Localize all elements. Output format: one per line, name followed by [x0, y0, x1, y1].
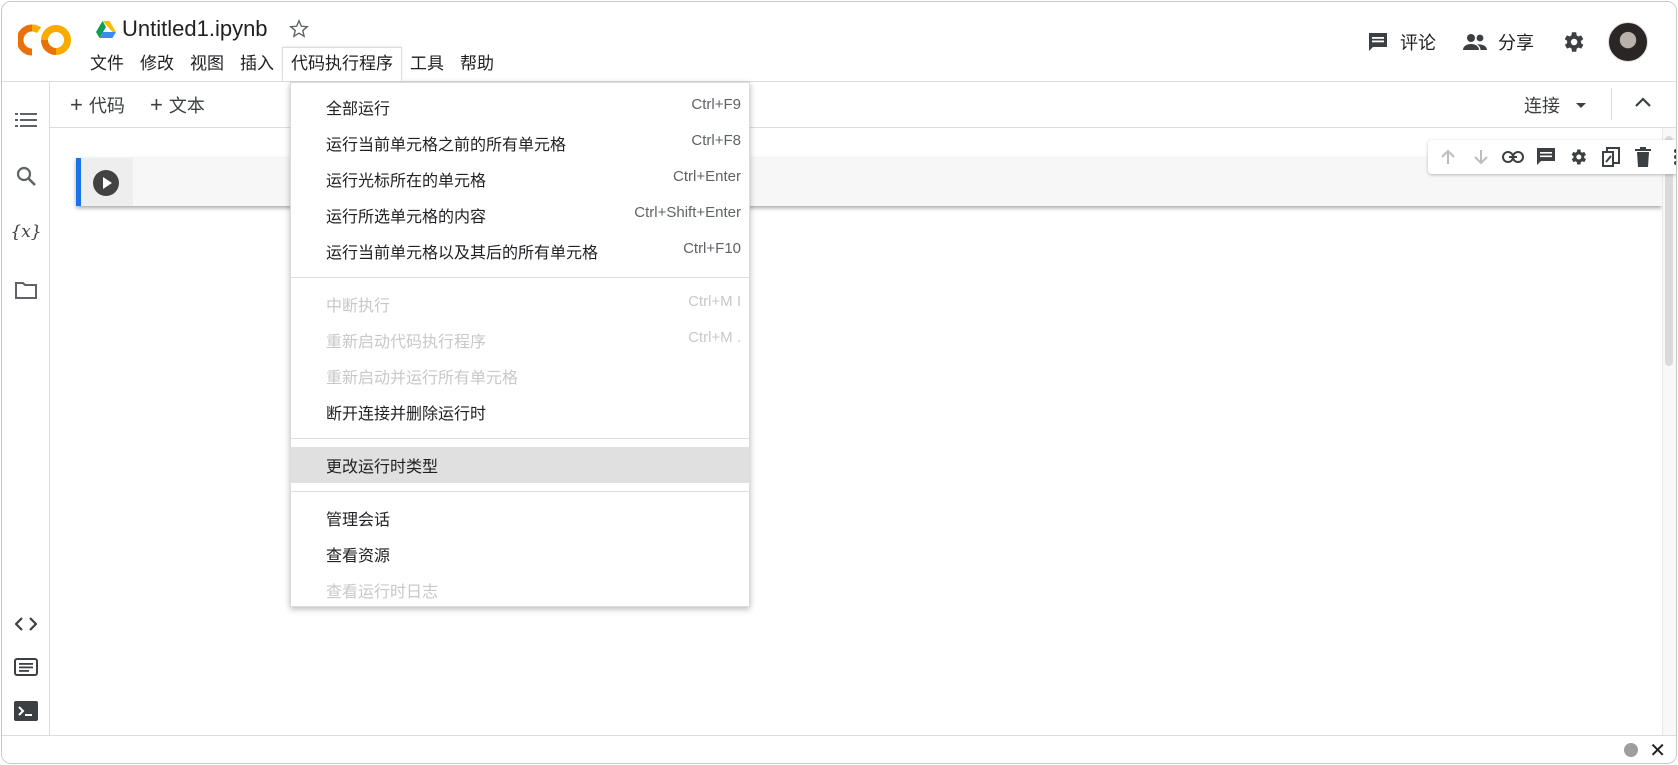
title-row: Untitled1.ipynb [96, 14, 310, 44]
menubar: 文件 修改 视图 插入 代码执行程序 工具 帮助 [82, 47, 502, 81]
comment-button[interactable]: 评论 [1366, 29, 1436, 55]
runtime-menu-item[interactable]: 运行当前单元格之前的所有单元格 Ctrl+F8 [291, 125, 749, 161]
menu-item-label: 查看资源 [326, 548, 391, 565]
colab-window: Untitled1.ipynb 文件 修改 视图 插入 代码执行程序 工具 帮助… [1, 1, 1677, 764]
menu-item-shortcut: Ctrl+Shift+Enter [634, 203, 741, 221]
comment-icon[interactable] [1535, 146, 1557, 168]
menu-item-shortcut: Ctrl+Enter [673, 167, 741, 185]
status-indicator [1624, 743, 1638, 757]
menu-item-label: 管理会话 [326, 512, 391, 529]
runtime-menu-item: 查看运行时日志 [291, 572, 749, 608]
move-down-icon[interactable] [1470, 146, 1492, 168]
avatar[interactable] [1608, 22, 1648, 62]
folder-icon[interactable] [14, 278, 38, 302]
comment-icon [1369, 33, 1387, 51]
menu-item-label: 重新启动并运行所有单元格 [326, 370, 519, 387]
caret-down-icon[interactable] [1566, 95, 1596, 115]
add-text-label: 文本 [168, 96, 205, 116]
runtime-menu-item[interactable]: 运行当前单元格以及其后的所有单元格 Ctrl+F10 [291, 233, 749, 269]
menu-edit[interactable]: 修改 [132, 48, 182, 80]
move-up-icon[interactable] [1437, 146, 1459, 168]
connect-button[interactable]: 连接 [1524, 92, 1596, 118]
menu-runtime[interactable]: 代码执行程序 [282, 47, 402, 81]
colab-logo[interactable] [18, 20, 74, 60]
people-icon [1463, 34, 1487, 50]
runtime-menu-dropdown: 全部运行 Ctrl+F9 运行当前单元格之前的所有单元格 Ctrl+F8 运行光标所在的… [290, 82, 750, 607]
menu-view[interactable]: 视图 [182, 48, 232, 80]
menu-item-label: 更改运行时类型 [326, 459, 439, 476]
runtime-menu-item[interactable]: 管理会话 [291, 500, 749, 536]
runtime-menu-item[interactable]: 查看资源 [291, 536, 749, 572]
settings-gear-icon[interactable] [1560, 29, 1586, 55]
menu-item-shortcut: Ctrl+F10 [683, 239, 741, 257]
connect-label: 连接 [1524, 96, 1560, 116]
menu-item-shortcut: Ctrl+M I [688, 292, 741, 310]
chevron-up-icon[interactable] [1632, 92, 1654, 114]
command-palette-icon[interactable] [14, 655, 38, 679]
runtime-menu-item[interactable]: 断开连接并删除运行时 [291, 394, 749, 430]
status-bar: ✕ [2, 735, 1676, 763]
menu-item-label: 查看运行时日志 [326, 584, 439, 601]
share-label: 分享 [1498, 33, 1534, 53]
star-icon[interactable] [288, 18, 310, 40]
variables-icon[interactable]: {x} [10, 220, 41, 244]
menu-item-label: 运行当前单元格之前的所有单元格 [326, 137, 567, 154]
menu-item-shortcut: Ctrl+M . [688, 328, 741, 346]
menu-item-shortcut: Ctrl+F8 [691, 131, 741, 149]
more-vert-icon[interactable] [1665, 146, 1676, 168]
toolbar-divider [1611, 88, 1612, 120]
delete-icon[interactable] [1632, 146, 1654, 168]
plus-icon: + [150, 92, 163, 117]
runtime-menu-item[interactable]: 运行光标所在的单元格 Ctrl+Enter [291, 161, 749, 197]
menu-help[interactable]: 帮助 [452, 48, 502, 80]
left-sidebar: {x} [2, 82, 50, 737]
share-button[interactable]: 分享 [1462, 29, 1534, 55]
cell-toolbar [1428, 140, 1676, 174]
runtime-menu-item: 重新启动代码执行程序 Ctrl+M . [291, 322, 749, 358]
header: Untitled1.ipynb 文件 修改 视图 插入 代码执行程序 工具 帮助… [2, 2, 1676, 82]
close-icon[interactable]: ✕ [1649, 738, 1666, 763]
menu-item-label: 中断执行 [326, 298, 391, 315]
runtime-menu-item[interactable]: 更改运行时类型 [291, 447, 749, 483]
menu-item-label: 运行当前单元格以及其后的所有单元格 [326, 245, 599, 262]
vertical-scrollbar[interactable] [1662, 128, 1676, 737]
cell-gutter [81, 158, 133, 206]
runtime-menu-item[interactable]: 全部运行 Ctrl+F9 [291, 89, 749, 125]
run-cell-icon[interactable] [93, 170, 119, 196]
terminal-icon[interactable] [14, 699, 38, 723]
menu-separator [291, 491, 749, 492]
link-icon[interactable] [1502, 146, 1525, 168]
doc-title[interactable]: Untitled1.ipynb [122, 16, 268, 42]
menu-item-shortcut: Ctrl+F9 [691, 95, 741, 113]
menu-item-label: 重新启动代码执行程序 [326, 334, 487, 351]
menu-item-label: 断开连接并删除运行时 [326, 406, 487, 423]
menu-file[interactable]: 文件 [82, 48, 132, 80]
add-code-button[interactable]: + 代码 [70, 92, 125, 118]
menu-tools[interactable]: 工具 [402, 48, 452, 80]
menu-separator [291, 438, 749, 439]
add-code-label: 代码 [88, 96, 125, 116]
menu-item-label: 全部运行 [326, 101, 391, 118]
plus-icon: + [70, 92, 83, 117]
code-snippets-icon[interactable] [14, 612, 38, 636]
menu-item-label: 运行所选单元格的内容 [326, 209, 487, 226]
gear-icon[interactable] [1567, 146, 1589, 168]
runtime-menu-item: 重新启动并运行所有单元格 [291, 358, 749, 394]
search-icon[interactable] [14, 164, 38, 188]
menu-item-label: 运行光标所在的单元格 [326, 173, 487, 190]
add-text-button[interactable]: + 文本 [150, 92, 205, 118]
runtime-menu-item: 中断执行 Ctrl+M I [291, 286, 749, 322]
toc-icon[interactable] [14, 108, 38, 132]
mirror-cell-icon[interactable] [1600, 146, 1622, 168]
header-actions: 评论 分享 [1366, 16, 1676, 68]
google-drive-icon [96, 21, 116, 38]
menu-insert[interactable]: 插入 [232, 48, 282, 80]
runtime-menu-item[interactable]: 运行所选单元格的内容 Ctrl+Shift+Enter [291, 197, 749, 233]
menu-separator [291, 277, 749, 278]
comment-label: 评论 [1400, 33, 1436, 53]
